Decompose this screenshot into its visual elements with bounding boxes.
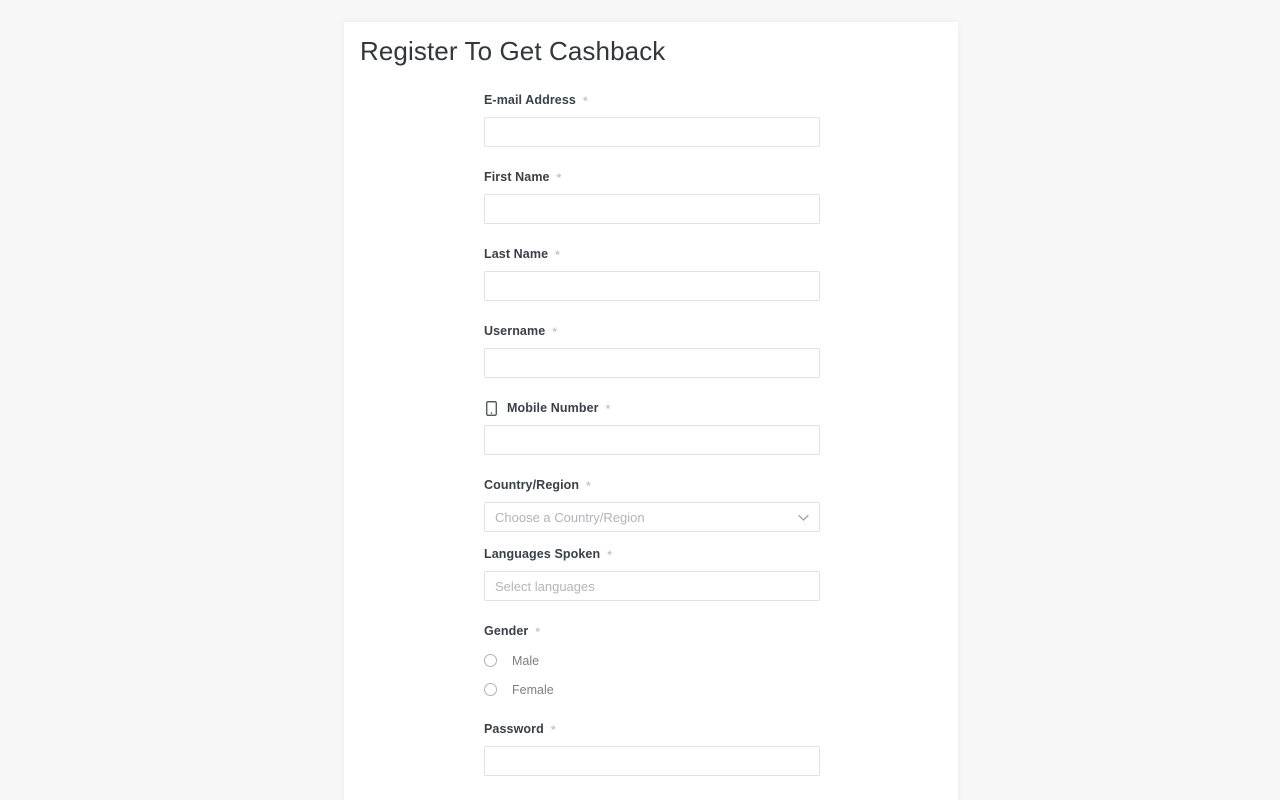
radio-option-female[interactable]: Female (484, 678, 820, 701)
required-marker: * (582, 94, 588, 108)
label-first-name: First Name * (484, 169, 820, 185)
mobile-number-input[interactable] (484, 425, 820, 455)
radio-label-male: Male (512, 653, 540, 668)
field-mobile-number: Mobile Number * (484, 400, 820, 455)
label-username: Username * (484, 323, 820, 339)
first-name-input[interactable] (484, 194, 820, 224)
radio-label-female: Female (512, 682, 554, 697)
label-languages-spoken: Languages Spoken * (484, 546, 820, 562)
label-gender-text: Gender (484, 624, 529, 638)
label-gender: Gender * (484, 623, 820, 639)
password-input[interactable] (484, 746, 820, 776)
label-username-text: Username (484, 324, 546, 338)
languages-spoken-input[interactable] (484, 571, 820, 601)
field-languages-spoken: Languages Spoken * (484, 546, 820, 601)
field-last-name: Last Name * (484, 246, 820, 301)
registration-card: Register To Get Cashback E-mail Address … (344, 22, 958, 800)
required-marker: * (556, 171, 562, 185)
last-name-input[interactable] (484, 271, 820, 301)
label-email: E-mail Address * (484, 92, 820, 108)
field-email: E-mail Address * (484, 92, 820, 147)
required-marker: * (552, 325, 558, 339)
field-password: Password * (484, 721, 820, 776)
required-marker: * (605, 402, 611, 416)
field-gender: Gender * Male Female (484, 623, 820, 701)
required-marker: * (555, 248, 560, 262)
country-region-select-wrap: Choose a Country/Region (484, 502, 820, 532)
required-marker: * (535, 625, 541, 639)
field-first-name: First Name * (484, 169, 820, 224)
label-password: Password * (484, 721, 820, 737)
required-marker: * (586, 479, 591, 493)
label-first-name-text: First Name (484, 170, 550, 184)
country-region-select[interactable]: Choose a Country/Region (484, 502, 820, 532)
required-marker: * (607, 548, 612, 562)
radio-circle-icon (484, 654, 497, 667)
label-mobile-number: Mobile Number * (484, 400, 820, 416)
label-password-text: Password (484, 722, 544, 736)
label-email-text: E-mail Address (484, 93, 576, 107)
label-country-region-text: Country/Region (484, 478, 580, 492)
page-root: Register To Get Cashback E-mail Address … (0, 0, 1280, 800)
radio-option-male[interactable]: Male (484, 649, 820, 672)
radio-circle-icon (484, 683, 497, 696)
label-country-region: Country/Region * (484, 477, 820, 493)
mobile-phone-icon (484, 400, 498, 416)
gender-radio-group: Male Female (484, 649, 820, 701)
label-mobile-number-text: Mobile Number (507, 401, 599, 415)
email-input[interactable] (484, 117, 820, 147)
registration-form: E-mail Address * First Name * Last Name … (484, 92, 820, 800)
field-country-region: Country/Region * Choose a Country/Region (484, 477, 820, 532)
label-languages-spoken-text: Languages Spoken (484, 547, 601, 561)
username-input[interactable] (484, 348, 820, 378)
required-marker: * (550, 723, 556, 737)
field-username: Username * (484, 323, 820, 378)
page-title: Register To Get Cashback (360, 36, 666, 66)
label-last-name-text: Last Name (484, 247, 549, 261)
label-last-name: Last Name * (484, 246, 820, 262)
